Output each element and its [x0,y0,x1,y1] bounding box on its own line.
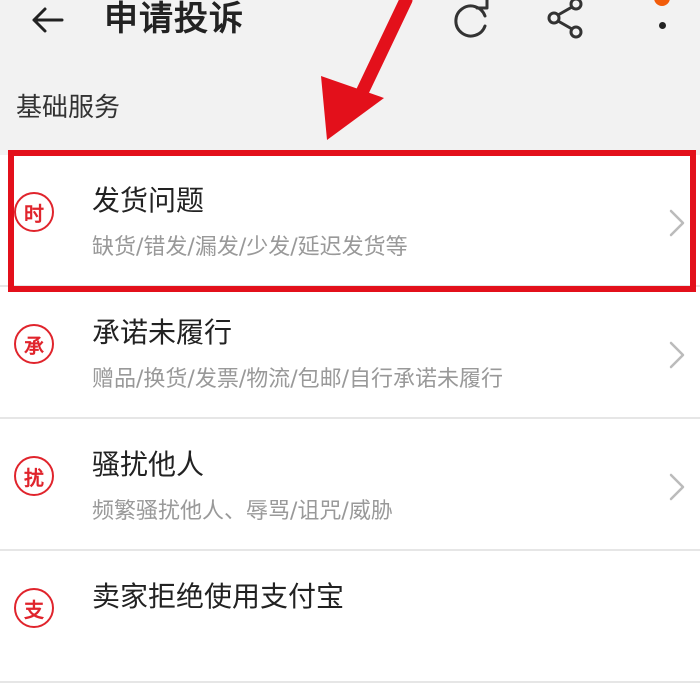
promise-badge-icon: 承 [14,324,54,364]
list-item-shipping-issue[interactable]: 时 发货问题 缺货/错发/漏发/少发/延迟发货等 [0,155,700,287]
list-item-harassment[interactable]: 扰 骚扰他人 频繁骚扰他人、辱骂/诅咒/威胁 [0,419,700,551]
item-title: 发货问题 [92,184,205,217]
more-vertical-icon [659,22,666,29]
arrow-left-icon [32,7,64,33]
list-item-promise-unfulfilled[interactable]: 承 承诺未履行 赠品/换货/发票/物流/包邮/自行承诺未履行 [0,287,700,419]
item-title: 骚扰他人 [92,448,205,481]
app-header: 申请投诉 [0,0,700,64]
item-description: 频繁骚扰他人、辱骂/诅咒/威胁 [92,499,393,524]
harassment-badge-icon: 扰 [14,456,54,496]
item-title: 承诺未履行 [92,316,233,349]
item-description: 赠品/换货/发票/物流/包邮/自行承诺未履行 [92,367,504,392]
page-title: 申请投诉 [104,0,244,39]
item-title: 卖家拒绝使用支付宝 [92,580,345,613]
chevron-right-icon [669,473,685,501]
payment-badge-icon: 支 [14,588,54,628]
chevron-right-icon [669,209,685,237]
chevron-right-icon [669,341,685,369]
refresh-icon [454,0,489,38]
item-description: 缺货/错发/漏发/少发/延迟发货等 [92,235,408,260]
complaint-category-list: 时 发货问题 缺货/错发/漏发/少发/延迟发货等 承 承诺未履行 赠品/换货/发… [0,155,700,683]
share-icon [547,0,583,39]
share-button[interactable] [541,0,591,40]
refresh-button[interactable] [446,0,496,40]
list-item-refuse-alipay[interactable]: 支 卖家拒绝使用支付宝 [0,551,700,683]
back-button[interactable] [22,0,72,40]
time-badge-icon: 时 [14,192,54,232]
more-button[interactable] [648,0,678,40]
section-title: 基础服务 [16,93,121,123]
